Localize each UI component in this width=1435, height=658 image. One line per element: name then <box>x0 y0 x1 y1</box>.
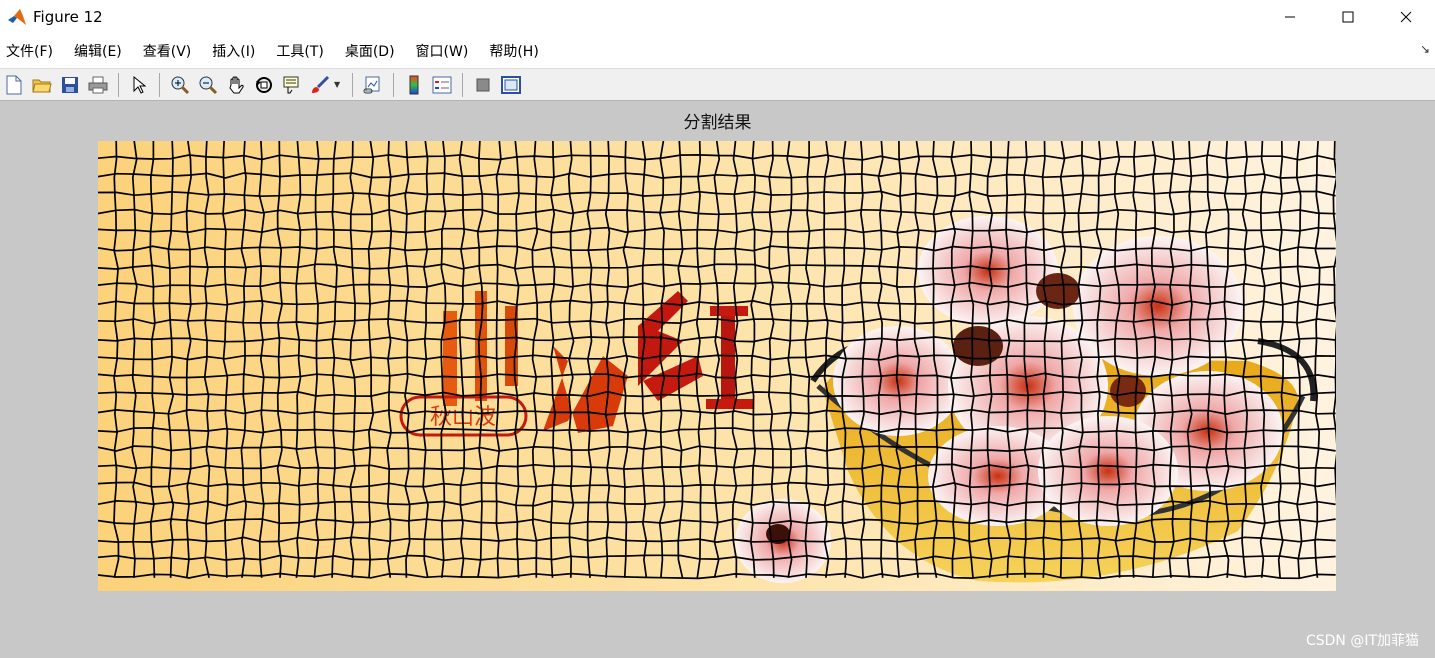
zoom-out-button[interactable] <box>196 73 220 97</box>
open-file-button[interactable] <box>30 73 54 97</box>
pointer-button[interactable] <box>127 73 151 97</box>
window-controls <box>1261 0 1435 33</box>
toolbar-separator <box>462 72 463 97</box>
legend-button[interactable] <box>430 73 454 97</box>
toolbar-separator <box>352 72 353 97</box>
show-plot-tools-icon <box>501 75 521 94</box>
open-file-icon <box>32 79 52 92</box>
segmentation-result-image: 秋山波 <box>97 140 1339 591</box>
menu-desktop[interactable]: 桌面(D) <box>339 41 405 61</box>
maximize-button[interactable] <box>1319 0 1377 33</box>
close-icon <box>1400 11 1412 22</box>
menu-tools[interactable]: 工具(T) <box>270 41 333 61</box>
pointer-icon <box>133 75 146 94</box>
toolbar-separator <box>393 72 394 97</box>
dock-arrow-icon[interactable]: ↘ <box>1420 42 1430 56</box>
menu-help[interactable]: 帮助(H) <box>483 41 548 61</box>
minimize-icon <box>1285 16 1295 17</box>
title-bar: Figure 12 <box>0 0 1435 33</box>
show-plot-tools-button[interactable] <box>499 73 523 97</box>
pan-button[interactable] <box>224 73 248 97</box>
link-plot-button[interactable] <box>361 73 385 97</box>
menu-view[interactable]: 查看(V) <box>137 41 202 61</box>
watermark: CSDN @IT加菲猫 <box>1305 633 1419 649</box>
matlab-logo-icon <box>7 6 27 27</box>
menu-edit[interactable]: 编辑(E) <box>68 41 132 61</box>
legend-icon <box>432 76 452 93</box>
rotate-3d-icon <box>256 76 272 93</box>
print-icon <box>88 76 108 93</box>
new-figure-button[interactable] <box>2 73 26 97</box>
rotate-3d-button[interactable] <box>252 73 276 97</box>
hide-plot-tools-icon <box>476 78 490 91</box>
toolbar-separator <box>159 72 160 97</box>
window-title: Figure 12 <box>33 7 103 26</box>
save-icon <box>62 76 78 93</box>
zoom-in-icon <box>171 76 190 94</box>
menu-bar: 文件(F) 编辑(E) 查看(V) 插入(I) 工具(T) 桌面(D) 窗口(W… <box>0 33 1435 68</box>
brush-icon <box>312 75 330 93</box>
save-button[interactable] <box>58 73 82 97</box>
hide-plot-tools-button[interactable] <box>471 73 495 97</box>
print-button[interactable] <box>86 73 110 97</box>
menu-file[interactable]: 文件(F) <box>0 41 63 61</box>
toolbar-separator <box>118 72 119 97</box>
data-cursor-icon <box>283 76 299 93</box>
axes-title: 分割结果 <box>683 113 752 133</box>
data-cursor-button[interactable] <box>280 73 304 97</box>
menu-insert[interactable]: 插入(I) <box>206 41 265 61</box>
colorbar-button[interactable] <box>402 73 426 97</box>
zoom-out-icon <box>199 76 218 94</box>
new-figure-icon <box>6 75 22 94</box>
maximize-icon <box>1342 11 1354 22</box>
brush-dropdown-arrow[interactable]: ▼ <box>334 80 342 89</box>
pan-hand-icon <box>229 76 244 93</box>
link-plot-icon <box>363 76 380 93</box>
brush-button[interactable] <box>308 73 332 97</box>
colorbar-icon <box>409 75 419 94</box>
figure-toolbar: ▼ <box>0 68 1435 101</box>
minimize-button[interactable] <box>1261 0 1319 33</box>
menu-window[interactable]: 窗口(W) <box>410 41 479 61</box>
close-button[interactable] <box>1377 0 1435 33</box>
zoom-in-button[interactable] <box>168 73 192 97</box>
